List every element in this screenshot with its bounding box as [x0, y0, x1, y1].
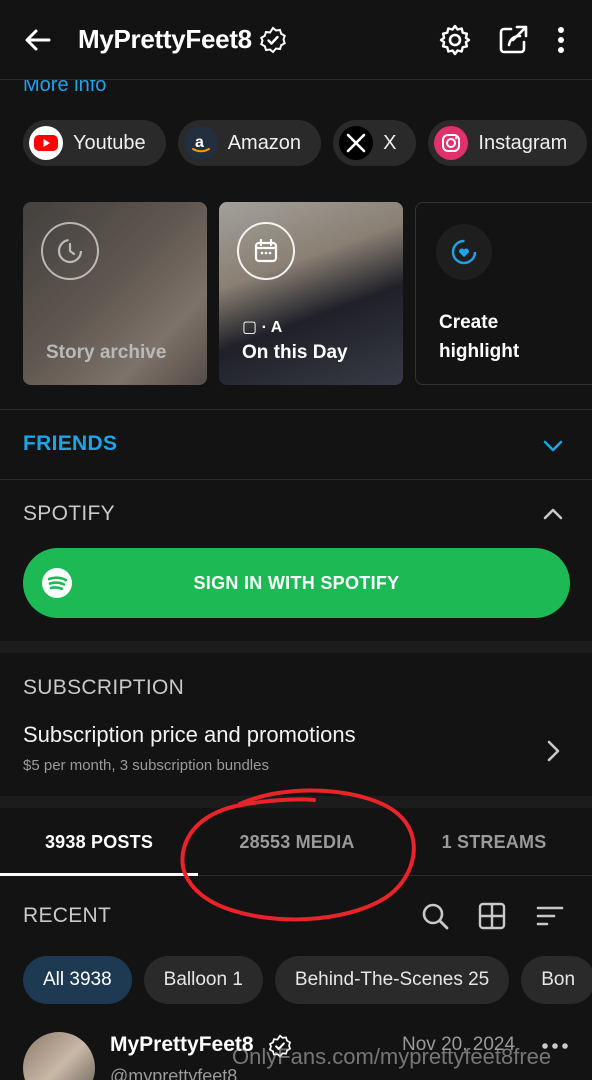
social-links: Youtube a Amazon X Instagram	[23, 120, 588, 166]
verified-badge-icon	[260, 26, 286, 54]
on-this-day-card[interactable]: ▢ · A On this Day	[219, 202, 403, 385]
instagram-label: Instagram	[478, 131, 568, 154]
divider	[0, 479, 592, 480]
heart-circle-icon	[436, 224, 492, 280]
instagram-link[interactable]: Instagram	[428, 120, 588, 166]
filter-behind-the-scenes[interactable]: Behind-The-Scenes 25	[274, 956, 510, 1004]
content-tabs: 3938 POSTS 28553 MEDIA 1 STREAMS	[0, 808, 592, 876]
filter-balloon[interactable]: Balloon 1	[143, 956, 263, 1004]
sort-icon[interactable]	[535, 901, 565, 931]
category-filters: All 3938 Balloon 1 Behind-The-Scenes 25 …	[23, 956, 592, 1004]
amazon-icon: a	[183, 126, 218, 160]
x-link[interactable]: X	[333, 120, 417, 166]
gear-icon[interactable]	[438, 23, 472, 57]
youtube-link[interactable]: Youtube	[23, 120, 166, 166]
active-tab-indicator	[0, 873, 198, 876]
youtube-icon	[29, 126, 63, 160]
create-highlight-label: Create highlight	[439, 308, 519, 366]
x-icon	[339, 126, 374, 160]
amazon-label: Amazon	[227, 131, 302, 154]
subscription-section-label: SUBSCRIPTION	[23, 676, 185, 699]
post-author-handle: @myprettyfeet8	[110, 1066, 238, 1080]
recent-section-label: RECENT	[23, 904, 112, 927]
instagram-icon	[434, 126, 469, 160]
spotify-section-label: SPOTIFY	[23, 502, 115, 525]
section-divider	[0, 796, 592, 808]
on-this-day-label: On this Day	[242, 342, 348, 363]
chevron-right-icon[interactable]	[540, 738, 566, 764]
top-bar: MyPrettyFeet8	[0, 0, 592, 80]
create-highlight-card[interactable]: Create highlight	[415, 202, 592, 385]
search-icon[interactable]	[420, 901, 450, 931]
watermark-text: OnlyFans.com/myprettyfeet8free	[232, 1044, 552, 1069]
calendar-icon	[237, 222, 295, 280]
create-label-line1: Create	[439, 312, 499, 333]
divider	[0, 409, 592, 410]
spotify-button-label: SIGN IN WITH SPOTIFY	[193, 572, 400, 593]
amazon-link[interactable]: a Amazon	[177, 120, 322, 166]
section-divider	[0, 641, 592, 653]
sign-in-spotify-button[interactable]: SIGN IN WITH SPOTIFY	[23, 548, 570, 618]
chevron-up-icon[interactable]	[540, 501, 566, 527]
story-highlights: Story archive ▢ · A On this Day Create h…	[23, 202, 592, 385]
subscription-description: $5 per month, 3 subscription bundles	[23, 757, 269, 774]
share-icon[interactable]	[496, 23, 530, 57]
chevron-down-icon[interactable]	[540, 433, 566, 459]
create-label-line2: highlight	[439, 341, 520, 362]
grid-icon[interactable]	[477, 901, 507, 931]
x-label: X	[383, 131, 397, 154]
tab-streams[interactable]: 1 STREAMS	[396, 808, 592, 876]
history-icon	[41, 222, 99, 280]
spotify-icon	[42, 568, 72, 598]
svg-text:a: a	[195, 134, 204, 151]
filter-bon[interactable]: Bon	[521, 956, 592, 1004]
tab-posts[interactable]: 3938 POSTS	[0, 808, 198, 876]
story-archive-card[interactable]: Story archive	[23, 202, 207, 385]
media-type-icons: ▢ · A	[242, 319, 283, 336]
filter-all[interactable]: All 3938	[23, 956, 132, 1004]
more-vertical-icon[interactable]	[548, 23, 574, 57]
story-archive-label: Story archive	[46, 342, 167, 363]
subscription-title[interactable]: Subscription price and promotions	[23, 722, 356, 748]
youtube-label: Youtube	[73, 131, 146, 154]
avatar[interactable]	[23, 1032, 95, 1080]
profile-title: MyPrettyFeet8	[78, 24, 252, 54]
tab-media[interactable]: 28553 MEDIA	[198, 808, 396, 876]
friends-section-label[interactable]: FRIENDS	[23, 432, 117, 456]
arrow-left-icon[interactable]	[22, 24, 54, 56]
